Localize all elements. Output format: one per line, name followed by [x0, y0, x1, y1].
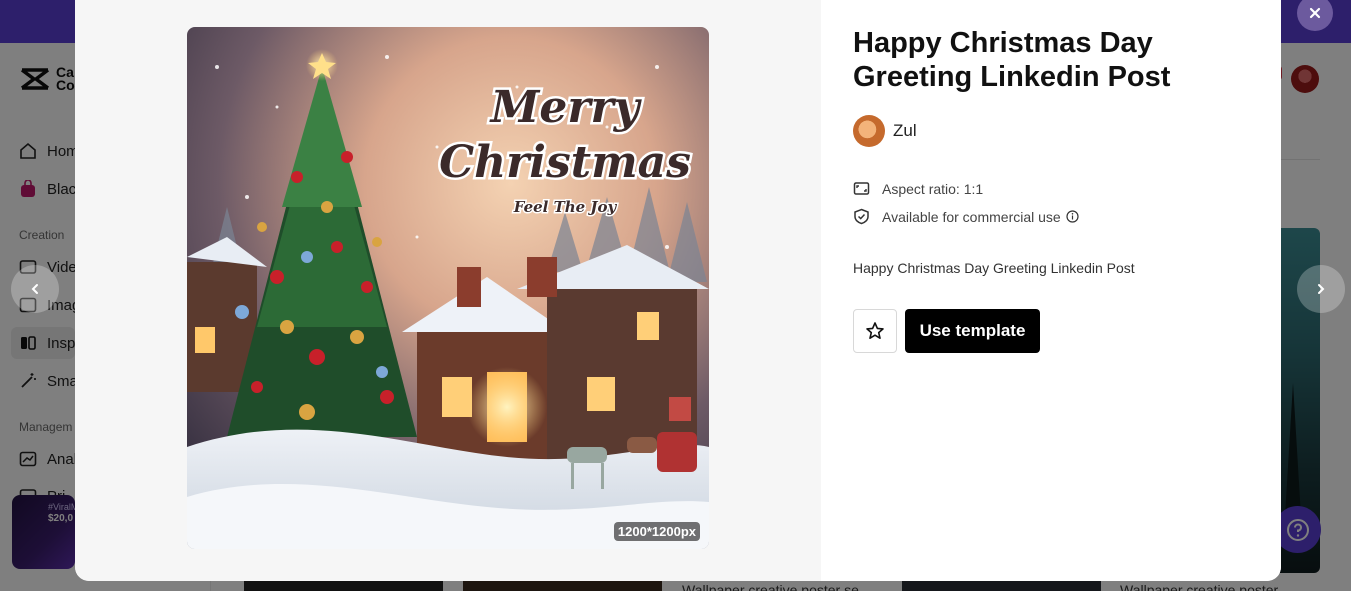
close-icon — [1309, 7, 1321, 19]
greeting-line2: Christmas — [439, 137, 691, 188]
chevron-left-icon — [31, 284, 38, 294]
greeting-line3: Feel The Joy — [513, 198, 618, 216]
christmas-scene-illustration: Merry Christmas Feel The Joy — [187, 27, 709, 549]
template-preview-image: Merry Christmas Feel The Joy 1200*1200px — [187, 27, 709, 549]
template-info-pane: Happy Christmas Day Greeting Linkedin Po… — [821, 0, 1281, 581]
template-preview-modal: Merry Christmas Feel The Joy 1200*1200px… — [75, 0, 1281, 581]
previous-button[interactable] — [11, 265, 59, 313]
star-icon — [866, 322, 884, 340]
use-template-button[interactable]: Use template — [905, 309, 1040, 353]
chevron-right-icon — [1318, 284, 1325, 294]
author[interactable]: Zul — [853, 115, 917, 147]
next-button[interactable] — [1297, 265, 1345, 313]
commercial-use-row: Available for commercial use — [853, 208, 1079, 225]
commercial-use-text: Available for commercial use — [882, 208, 1061, 225]
aspect-ratio-text: Aspect ratio: 1:1 — [882, 180, 984, 197]
author-name: Zul — [893, 121, 917, 140]
aspect-ratio-icon — [853, 182, 870, 195]
favorite-button[interactable] — [853, 309, 897, 353]
info-icon[interactable] — [1066, 210, 1079, 223]
template-description: Happy Christmas Day Greeting Linkedin Po… — [853, 260, 1135, 276]
author-avatar — [853, 115, 885, 147]
shield-check-icon — [854, 208, 869, 225]
template-title: Happy Christmas Day Greeting Linkedin Po… — [853, 27, 1171, 93]
aspect-ratio-row: Aspect ratio: 1:1 — [853, 180, 983, 197]
image-dimensions-badge: 1200*1200px — [613, 522, 700, 541]
greeting-line1: Merry — [489, 82, 643, 133]
preview-pane: Merry Christmas Feel The Joy 1200*1200px — [75, 0, 821, 581]
